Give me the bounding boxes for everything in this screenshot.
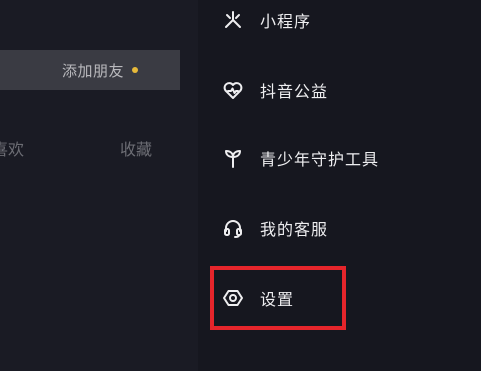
- add-friend-label: 添加朋友: [61, 61, 124, 80]
- menu-item-mini-program[interactable]: 小程序: [222, 0, 462, 40]
- charity-heart-icon: [222, 79, 244, 101]
- sprout-icon: [222, 147, 244, 169]
- add-friend-button[interactable]: 添加朋友: [0, 50, 180, 90]
- mini-program-icon: [222, 9, 244, 31]
- profile-page-dimmed: 添加朋友 喜欢 收藏: [0, 0, 198, 371]
- menu-item-label: 抖音公益: [260, 82, 329, 101]
- menu-item-charity[interactable]: 抖音公益: [222, 70, 462, 110]
- app-screen: 添加朋友 喜欢 收藏 小程序 抖音公益 青少年守护工具 我的客服 设置: [0, 0, 481, 371]
- notification-dot: [132, 67, 138, 73]
- menu-item-label: 我的客服: [260, 220, 329, 239]
- headset-icon: [222, 217, 244, 239]
- menu-item-youth-protection[interactable]: 青少年守护工具: [222, 138, 462, 178]
- tab-favorites[interactable]: 收藏: [120, 136, 152, 160]
- menu-item-label: 青少年守护工具: [260, 150, 380, 169]
- settings-highlight-box: [210, 266, 346, 330]
- menu-item-label: 小程序: [260, 12, 312, 31]
- menu-item-customer-service[interactable]: 我的客服: [222, 208, 462, 248]
- tab-likes[interactable]: 喜欢: [0, 136, 24, 160]
